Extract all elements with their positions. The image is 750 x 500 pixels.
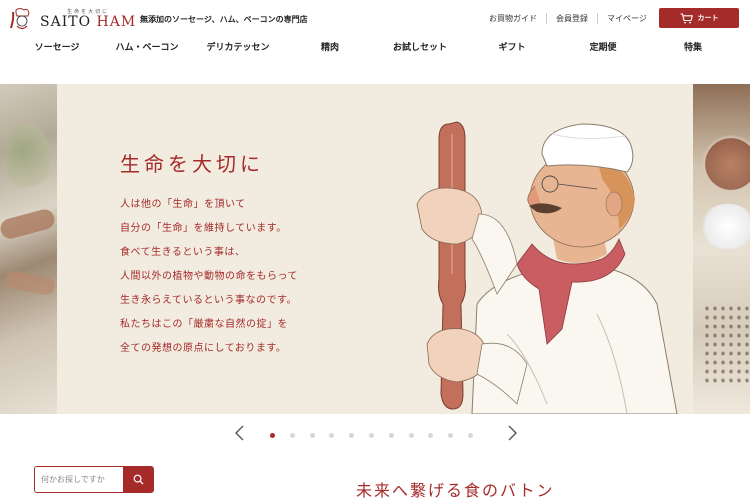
nav-subscription[interactable]: 定期便 — [589, 40, 616, 53]
herbs-image — [5, 124, 50, 194]
section-title: 未来へ繋げる食のバトン — [356, 481, 555, 500]
shopping-guide-link[interactable]: お買物ガイド — [485, 13, 546, 24]
nav-feature[interactable]: 特集 — [684, 40, 702, 53]
chevron-left-icon[interactable] — [232, 424, 248, 442]
search-icon — [133, 474, 143, 485]
logo-ham: HAM — [96, 14, 137, 30]
carousel-dot[interactable] — [468, 433, 473, 438]
hero-line: 私たちはこの「厳粛な自然の掟」を — [120, 319, 288, 330]
hero-line: 全ての発想の原点にしております。 — [120, 343, 287, 354]
search-button[interactable] — [123, 467, 153, 492]
search-form — [34, 466, 154, 493]
logo-wordmark: SAITO HAM — [40, 15, 136, 30]
nav-delicatessen[interactable]: デリカテッセン — [206, 40, 269, 53]
cart-icon — [680, 12, 693, 23]
carousel-dot[interactable] — [408, 433, 414, 438]
hero-active-slide: 生命を大切に 人は他の「生命」を頂いて 自分の「生命」を維持しています。 食べて… — [57, 84, 693, 414]
carousel-dot[interactable] — [428, 433, 434, 438]
main-nav: ソーセージ ハム・ベーコン デリカテッセン 精肉 お試しセット ギフト 定期便 … — [0, 40, 750, 60]
sausage-image-2 — [3, 269, 57, 297]
next-slide-photo — [693, 84, 750, 414]
carousel-dot[interactable] — [270, 433, 275, 438]
hero-line: 人間以外の植物や動物の命をもらって — [120, 271, 298, 282]
carousel-dot[interactable] — [388, 433, 394, 438]
carousel-controls — [0, 414, 750, 454]
mypage-link[interactable]: マイページ — [597, 13, 656, 24]
nav-gift[interactable]: ギフト — [498, 40, 525, 53]
hero-line: 人は他の「生命」を頂いて — [120, 199, 246, 210]
site-header: 生命を大切に SAITO HAM 無添加のソーセージ、ハム、ベーコンの専門店 お… — [0, 0, 750, 84]
hero-title: 生命を大切に — [120, 152, 264, 176]
salt-image — [698, 204, 750, 249]
carousel-dot[interactable] — [329, 433, 335, 438]
site-tagline: 無添加のソーセージ、ハム、ベーコンの専門店 — [140, 15, 308, 24]
site-logo[interactable]: 生命を大切に SAITO HAM — [8, 6, 136, 32]
carousel-dot[interactable] — [448, 433, 454, 438]
chef-logo-icon — [8, 6, 38, 32]
nav-trial-set[interactable]: お試しセット — [393, 40, 447, 53]
plate-image — [701, 134, 750, 194]
peppercorn-image — [703, 304, 750, 384]
carousel-dot[interactable] — [349, 433, 355, 438]
previous-slide-photo — [0, 84, 57, 414]
utility-nav: お買物ガイド 会員登録 マイページ — [485, 13, 656, 24]
nav-ham-bacon[interactable]: ハム・ベーコン — [115, 40, 178, 53]
cart-button[interactable]: カート — [659, 8, 739, 28]
hero-line: 自分の「生命」を維持しています。 — [120, 223, 287, 234]
cart-label: カート — [697, 14, 719, 22]
register-link[interactable]: 会員登録 — [546, 13, 597, 24]
carousel-dot[interactable] — [309, 433, 315, 438]
sausage-image — [0, 207, 57, 241]
chevron-right-icon[interactable] — [504, 424, 520, 442]
hero-body: 人は他の「生命」を頂いて 自分の「生命」を維持しています。 食べて生きるという事… — [120, 193, 298, 361]
nav-meat[interactable]: 精肉 — [321, 40, 339, 53]
carousel-dot[interactable] — [289, 433, 295, 438]
butcher-illustration — [416, 121, 678, 414]
nav-sausage[interactable]: ソーセージ — [35, 40, 80, 53]
hero-line: 生き永らえているという事なのです。 — [120, 295, 297, 306]
search-input[interactable] — [35, 467, 123, 492]
hero-slider[interactable]: 生命を大切に 人は他の「生命」を頂いて 自分の「生命」を維持しています。 食べて… — [0, 84, 750, 414]
hero-line: 食べて生きるという事は、 — [120, 247, 246, 258]
carousel-dot[interactable] — [369, 433, 374, 438]
logo-saito: SAITO — [40, 14, 97, 30]
